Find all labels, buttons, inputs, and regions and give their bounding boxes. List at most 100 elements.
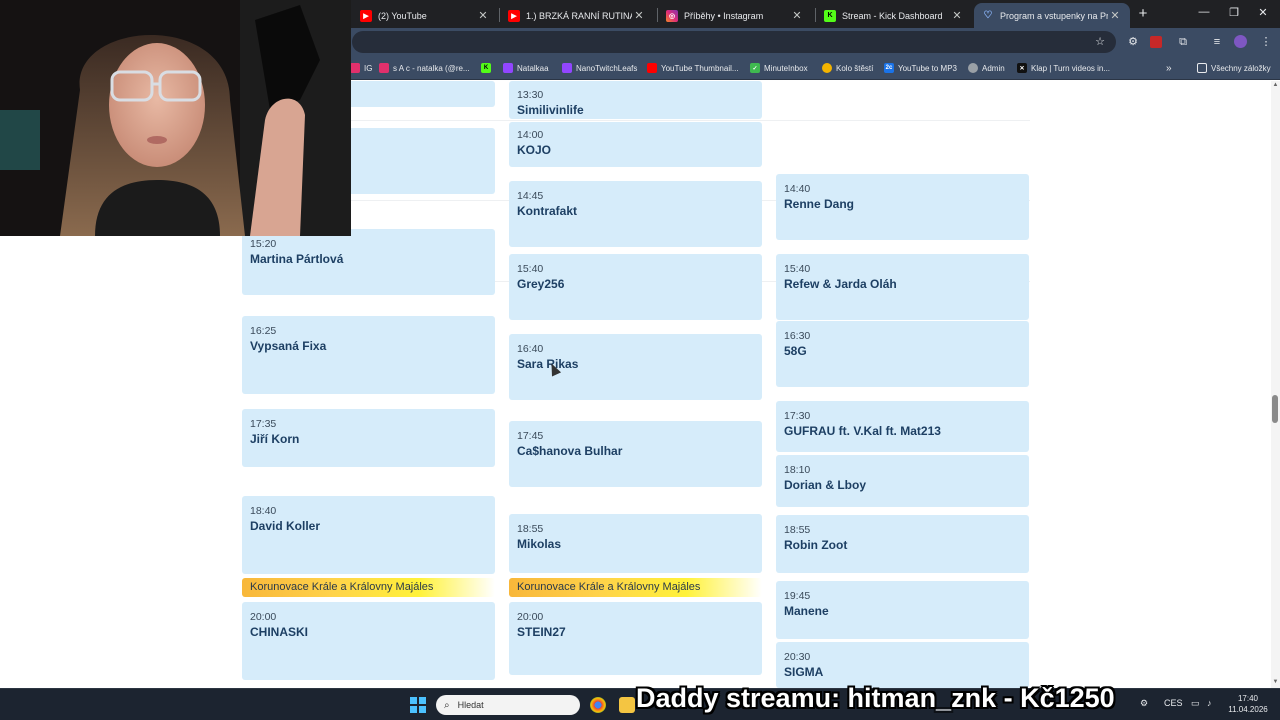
bookmark-label: NanoTwitchLeafs xyxy=(576,63,638,73)
schedule-card[interactable]: 14:00 KOJO xyxy=(509,122,762,167)
new-tab-icon[interactable]: + xyxy=(1134,5,1152,23)
schedule-card[interactable]: 20:00 CHINASKI xyxy=(242,602,495,680)
address-bar[interactable] xyxy=(352,31,1116,53)
close-icon[interactable]: ✕ xyxy=(632,9,646,22)
set-time: 15:40 xyxy=(784,263,811,275)
kick-icon: K xyxy=(481,63,491,73)
bookmark-klap[interactable]: ✕ Klap | Turn videos in... xyxy=(1017,61,1110,75)
network-settings-icon[interactable]: ⚙ xyxy=(1140,698,1148,709)
bookmark-natalkaa[interactable]: Natalkaa xyxy=(503,61,549,75)
set-time: 20:30 xyxy=(784,651,811,663)
converter-icon: 2c xyxy=(884,63,894,73)
set-time: 16:30 xyxy=(784,330,811,342)
minimize-icon[interactable]: — xyxy=(1197,6,1211,18)
schedule-card[interactable]: 19:45 Manene xyxy=(776,581,1029,639)
schedule-card[interactable]: 17:30 GUFRAU ft. V.Kal ft. Mat213 xyxy=(776,401,1029,452)
schedule-card[interactable]: 14:40 Renne Dang xyxy=(776,174,1029,240)
bookmark-star-icon[interactable]: ☆ xyxy=(1092,34,1108,50)
set-time: 16:40 xyxy=(517,343,544,355)
bookmark-youtube-mp3[interactable]: 2c YouTube to MP3 xyxy=(884,61,957,75)
bookmark-label: s A c - natalka (@re... xyxy=(393,63,470,73)
artist-name: Manene xyxy=(784,604,829,618)
tab-title: 1.) BRZKÁ RANNÍ RUTINA RYCHLE xyxy=(526,10,632,21)
close-icon[interactable]: ✕ xyxy=(1108,9,1122,22)
close-window-icon[interactable]: ✕ xyxy=(1256,6,1270,19)
scrollbar-thumb[interactable] xyxy=(1272,395,1278,423)
coronation-banner: Korunovace Krále a Královny Majáles xyxy=(242,578,495,597)
artist-name: KOJO xyxy=(517,143,552,157)
schedule-card[interactable]: 13:30 Similivinlife xyxy=(509,81,762,119)
close-icon[interactable]: ✕ xyxy=(950,9,964,22)
speaker-icon[interactable]: ♪ xyxy=(1207,698,1212,708)
clock-time: 17:40 xyxy=(1237,694,1259,703)
close-icon[interactable]: ✕ xyxy=(790,9,804,22)
tab-instagram[interactable]: ◎ Příběhy • Instagram ✕ xyxy=(658,3,812,28)
language-indicator[interactable]: CES xyxy=(1164,698,1183,708)
windows-start-icon[interactable] xyxy=(410,697,426,713)
streamer-webcam-image xyxy=(0,0,351,236)
bookmark-kolo-stesti[interactable]: Kolo štěstí xyxy=(822,61,873,75)
schedule-card[interactable]: 14:45 Kontrafakt xyxy=(509,181,762,247)
monitor-icon[interactable]: ▭ xyxy=(1191,698,1200,709)
tab-majales-program[interactable]: ♡ Program a vstupenky na Pražský Majáles… xyxy=(974,3,1130,28)
restore-icon[interactable]: ❐ xyxy=(1227,6,1241,19)
scrollbar[interactable] xyxy=(1271,81,1280,688)
bookmark-ig[interactable]: IG xyxy=(350,61,372,75)
extension-red-icon[interactable] xyxy=(1150,36,1162,48)
schedule-card[interactable]: 17:35 Jiří Korn xyxy=(242,409,495,467)
tab-youtube[interactable]: ▶ (2) YouTube ✕ xyxy=(352,3,498,28)
tab-kick-dashboard[interactable]: K Stream - Kick Dashboard ✕ xyxy=(816,3,972,28)
schedule-card[interactable]: 20:00 STEIN27 xyxy=(509,602,762,675)
schedule-card[interactable]: 15:40 Refew & Jarda Oláh xyxy=(776,254,1029,320)
set-time: 17:30 xyxy=(784,410,811,422)
chrome-icon[interactable] xyxy=(590,697,606,713)
artist-name: Renne Dang xyxy=(784,197,855,211)
all-bookmarks-folder[interactable]: Všechny záložky xyxy=(1197,61,1271,75)
instagram-icon xyxy=(350,63,360,73)
schedule-card[interactable]: 20:30 SIGMA xyxy=(776,642,1029,688)
search-icon: ⌕ xyxy=(444,699,450,711)
scroll-down-icon[interactable]: ▼ xyxy=(1272,679,1279,685)
taskbar-clock[interactable]: 17:40 11.04.2026 xyxy=(1226,693,1270,715)
instagram-icon xyxy=(379,63,389,73)
bookmark-youtube-thumbnail[interactable]: YouTube Thumbnail... xyxy=(647,61,739,75)
scroll-up-icon[interactable]: ▲ xyxy=(1272,82,1279,88)
artist-name: GUFRAU ft. V.Kal ft. Mat213 xyxy=(784,424,941,438)
wheel-icon xyxy=(822,63,832,73)
extensions-puzzle-icon[interactable]: ⧉ xyxy=(1175,34,1191,50)
artist-name: Mikolas xyxy=(517,537,562,551)
artist-name: Vypsaná Fixa xyxy=(250,339,327,353)
tab-youtube-video[interactable]: ▶ 1.) BRZKÁ RANNÍ RUTINA RYCHLE ✕ xyxy=(500,3,654,28)
extension-icon[interactable]: ⚙ xyxy=(1125,34,1141,50)
artist-name: Grey256 xyxy=(517,277,565,291)
check-icon: ✓ xyxy=(750,63,760,73)
artist-name: Ca$hanova Bulhar xyxy=(517,444,623,458)
set-time: 18:40 xyxy=(250,505,277,517)
schedule-card[interactable]: 15:20 Martina Pártlová xyxy=(242,229,495,295)
bookmark-label: YouTube Thumbnail... xyxy=(661,63,739,73)
set-time: 14:45 xyxy=(517,190,544,202)
bookmark-kick[interactable]: K xyxy=(481,61,495,75)
close-icon[interactable]: ✕ xyxy=(476,9,490,22)
schedule-card[interactable]: 18:55 Mikolas xyxy=(509,514,762,573)
schedule-card[interactable]: 15:40 Grey256 xyxy=(509,254,762,320)
bookmark-minuteinbox[interactable]: ✓ MinuteInbox xyxy=(750,61,808,75)
bookmark-instagram-natalka[interactable]: s A c - natalka (@re... xyxy=(379,61,470,75)
menu-kebab-icon[interactable]: ⋮ xyxy=(1258,34,1274,50)
more-bookmarks-icon[interactable]: » xyxy=(1166,61,1172,75)
file-explorer-icon[interactable] xyxy=(619,697,635,713)
profile-avatar-icon[interactable] xyxy=(1234,35,1247,48)
schedule-card[interactable]: 17:45 Ca$hanova Bulhar xyxy=(509,421,762,487)
schedule-card[interactable]: 16:25 Vypsaná Fixa xyxy=(242,316,495,394)
schedule-card[interactable]: 18:55 Robin Zoot xyxy=(776,515,1029,573)
bookmark-admin[interactable]: Admin xyxy=(968,61,1005,75)
artist-name: Refew & Jarda Oláh xyxy=(784,277,897,291)
tab-search-icon[interactable]: ≡ xyxy=(1209,34,1225,50)
youtube-icon: ▶ xyxy=(508,9,520,22)
bookmark-nanotwitchleafs[interactable]: NanoTwitchLeafs xyxy=(562,61,637,75)
schedule-card[interactable]: 16:30 58G xyxy=(776,321,1029,387)
taskbar-search-input[interactable]: ⌕ Hledat xyxy=(436,695,580,715)
artist-name: Robin Zoot xyxy=(784,538,848,552)
schedule-card[interactable]: 18:10 Dorian & Lboy xyxy=(776,455,1029,507)
schedule-card[interactable]: 18:40 David Koller xyxy=(242,496,495,574)
